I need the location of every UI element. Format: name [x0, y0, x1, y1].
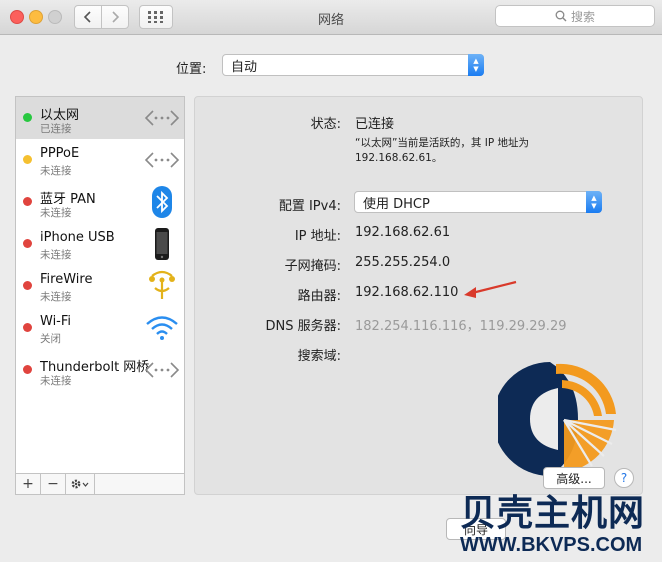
add-service-button[interactable]: +: [16, 474, 41, 494]
service-list-toolbar: + −: [16, 473, 184, 494]
status-dot: [23, 155, 32, 164]
configure-ipv4-value: 使用 DHCP: [363, 196, 430, 212]
status-dot: [23, 281, 32, 290]
service-item-pppoe[interactable]: PPPoE 未连接: [16, 139, 184, 181]
service-item-wifi[interactable]: Wi-Fi 关闭: [16, 307, 184, 349]
action-menu-button[interactable]: [66, 474, 95, 494]
service-item-firewire[interactable]: FireWire 未连接: [16, 265, 184, 307]
search-field[interactable]: 搜索: [495, 5, 655, 27]
watermark-url-text: WWW.BKVPS.COM: [460, 534, 643, 556]
configure-ipv4-popup[interactable]: 使用 DHCP ▲ ▼: [354, 191, 602, 213]
location-popup[interactable]: 自动 ▲ ▼: [222, 54, 484, 76]
status-label: 状态:: [310, 117, 341, 132]
status-dot: [23, 239, 32, 248]
watermark-brand-text: 贝壳主机网: [460, 492, 646, 534]
service-item-ethernet[interactable]: 以太网 已连接: [16, 97, 184, 139]
ethernet-icon: [144, 152, 180, 168]
service-item-bluetooth-pan[interactable]: 蓝牙 PAN 未连接: [16, 181, 184, 223]
configure-ipv4-label: 配置 IPv4:: [278, 199, 341, 214]
status-dot: [23, 365, 32, 374]
service-list: 以太网 已连接 PPPoE 未连接 蓝牙 PAN 未连接 iPhone USB …: [15, 96, 185, 495]
subnet-mask-label: 子网掩码:: [284, 259, 341, 274]
title-bar: 网络 搜索: [0, 0, 662, 35]
wifi-icon: [146, 316, 178, 340]
service-status: 关闭: [40, 333, 61, 345]
status-dot: [23, 197, 32, 206]
ethernet-icon: [144, 110, 180, 126]
ip-address-value: 192.168.62.61: [355, 225, 451, 240]
router-value: 192.168.62.110: [355, 285, 459, 300]
service-name: PPPoE: [40, 146, 80, 161]
service-name: Wi-Fi: [40, 314, 72, 329]
location-label: 位置:: [176, 62, 207, 77]
dns-server-value: 182.254.116.116，119.29.29.29: [355, 319, 567, 334]
ethernet-icon: [144, 362, 180, 378]
service-status: 未连接: [40, 291, 72, 303]
status-description-ip: 192.168.62.61。: [355, 152, 443, 164]
iphone-icon: [155, 228, 169, 260]
service-status: 未连接: [40, 375, 72, 387]
status-dot: [23, 113, 32, 122]
status-description: “以太网”当前是活跃的，其 IP 地址为: [355, 137, 529, 149]
status-value: 已连接: [355, 117, 395, 132]
bluetooth-icon: [152, 186, 172, 218]
service-name: iPhone USB: [40, 230, 115, 245]
status-dot: [23, 323, 32, 332]
service-status: 未连接: [40, 165, 72, 177]
service-status: 未连接: [40, 249, 72, 261]
watermark-logo: [498, 362, 617, 476]
remove-service-button[interactable]: −: [41, 474, 66, 494]
subnet-mask-value: 255.255.254.0: [355, 255, 451, 270]
annotation-arrow-icon: [464, 280, 517, 298]
updown-arrows-icon: ▲ ▼: [586, 191, 602, 213]
firewire-icon: [149, 270, 175, 299]
search-placeholder: 搜索: [570, 9, 595, 24]
dns-server-label: DNS 服务器:: [265, 319, 342, 334]
search-icon: [555, 10, 567, 22]
service-item-thunderbolt-bridge[interactable]: Thunderbolt 网桥 未连接: [16, 349, 184, 391]
service-item-iphone-usb[interactable]: iPhone USB 未连接: [16, 223, 184, 265]
service-status: 已连接: [40, 123, 72, 135]
search-domain-label: 搜索域:: [297, 349, 341, 364]
updown-arrows-icon: ▲ ▼: [468, 54, 484, 76]
ip-address-label: IP 地址:: [294, 229, 341, 244]
router-label: 路由器:: [297, 289, 341, 304]
location-value: 自动: [231, 59, 258, 75]
service-status: 未连接: [40, 207, 72, 219]
gear-icon: [71, 479, 89, 489]
service-name: FireWire: [40, 272, 93, 287]
